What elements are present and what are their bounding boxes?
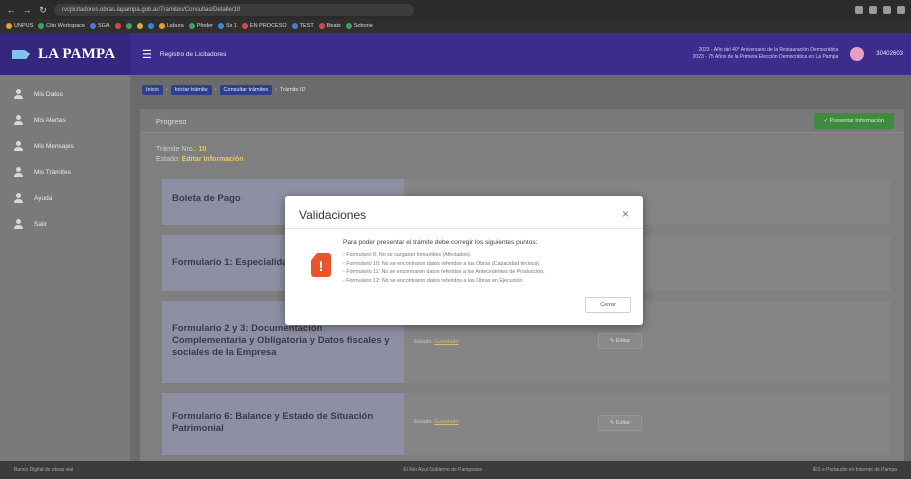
bookmark-icon [217, 23, 224, 29]
bookmark-icon [125, 23, 132, 29]
bookmark-icon [136, 23, 143, 29]
sidebar-item-salir[interactable]: Salir [0, 211, 130, 237]
present-information-button[interactable]: ✓ Presentar Información [813, 113, 894, 129]
header-right: 2023 - Año del 40° Aniversario de la Res… [693, 47, 911, 61]
bookmark-item[interactable]: Cito Workspace [38, 23, 85, 29]
breadcrumb-iniciar-tramite[interactable]: Iniciar trámite [170, 85, 212, 95]
footer: Banco Digital de obras vial El Río Azul … [0, 461, 911, 479]
sidebar-item-mis-alertas[interactable]: Mis Alertas [0, 107, 130, 133]
bookmark-item[interactable]: UNPUS [6, 23, 33, 29]
validation-list: - Formulario 8: No se cargaron Inmuebles… [343, 251, 545, 285]
browser-toolbar: ← → ↻ rvcjlicitadores.obras.lapampa.gob.… [0, 0, 911, 19]
tramite-info: Trámite Nro.: 10 Estado: Editar Informac… [156, 146, 244, 163]
extension-icon[interactable] [855, 5, 863, 14]
bookmark-icon [38, 23, 45, 29]
form-label: Formulario 6: Balance y Estado de Situac… [162, 393, 404, 455]
breadcrumb: Inicio › Iniciar trámite › Consultar trá… [142, 85, 306, 95]
breadcrumb-separator: › [275, 87, 278, 93]
divider [285, 228, 643, 229]
user-icon [14, 193, 24, 203]
app-title: Registro de Licitadores [159, 50, 227, 58]
modal-title: Validaciones [299, 208, 367, 222]
close-button[interactable]: Cerrar [585, 297, 631, 313]
address-bar[interactable]: rvcjlicitadores.obras.lapampa.gob.ar/Tra… [54, 3, 414, 16]
bookmark-item[interactable]: Pfeder [188, 23, 213, 29]
menu-icon[interactable]: ☰ [142, 48, 152, 61]
breadcrumb-consultar-tramites[interactable]: Consultar trámites [219, 85, 273, 95]
la-pampa-logo-icon [12, 47, 32, 61]
bookmark-icon [89, 23, 96, 29]
brand-name: LA PAMPA [38, 45, 116, 62]
forward-icon[interactable]: → [22, 5, 32, 15]
bookmark-item[interactable] [114, 23, 121, 29]
header-notes: 2023 - Año del 40° Aniversario de la Res… [692, 47, 839, 60]
form-status: Estado: Guardado [414, 339, 459, 345]
sidebar-item-mis-tramites[interactable]: Mis Trámites [0, 159, 130, 185]
bookmark-item[interactable]: Ss 1 [217, 23, 237, 29]
bookmark-icon [147, 23, 154, 29]
list-item: - Formulario 11: No se encontraron datos… [343, 269, 545, 275]
back-icon[interactable]: ← [6, 5, 16, 15]
sidebar-item-ayuda[interactable]: Ayuda [0, 185, 130, 211]
breadcrumb-separator: › [214, 87, 217, 93]
tramite-number: 10 [198, 146, 207, 153]
footer-left: Banco Digital de obras vial [14, 467, 74, 473]
edit-button[interactable]: ✎ Editar [598, 333, 642, 349]
profile-icon[interactable] [897, 5, 905, 14]
reload-icon[interactable]: ↻ [38, 5, 48, 15]
sidebar: Mis Datos Mis Alertas Mis Mensajes Mis T… [0, 75, 130, 461]
bookmark-item[interactable]: Labura [158, 23, 184, 29]
brand-logo[interactable]: LA PAMPA [0, 33, 130, 75]
extension-icon[interactable] [883, 5, 891, 14]
avatar[interactable] [850, 47, 865, 61]
tramite-status: Editar Información [181, 156, 244, 163]
list-item: - Formulario 8: No se cargaron Inmuebles… [343, 252, 472, 258]
sidebar-item-mis-datos[interactable]: Mis Datos [0, 81, 130, 107]
bookmark-icon [114, 23, 121, 29]
status-badge: Guardado [434, 339, 459, 345]
card-title: Progreso [156, 117, 187, 126]
bookmark-item[interactable]: Soborie [345, 23, 373, 29]
bookmark-item[interactable]: TEST [291, 23, 314, 29]
bookmarks-bar: UNPUS Cito Workspace SGA Labura Pfeder S… [0, 19, 911, 33]
bookmark-item[interactable]: Beats [318, 23, 341, 29]
user-icon [14, 115, 24, 125]
list-item: - Formulario 12: No se encontraron datos… [343, 277, 524, 284]
bookmark-icon [158, 23, 165, 29]
bookmark-icon [241, 23, 248, 29]
user-icon [14, 89, 24, 99]
bookmark-icon [6, 23, 12, 29]
card-header: Progreso ✓ Presentar Información [140, 109, 904, 133]
bookmark-icon [291, 23, 298, 29]
status-badge: Guardado [434, 419, 459, 425]
bookmark-icon [188, 23, 195, 29]
breadcrumb-current: Trámite ID [280, 87, 306, 93]
breadcrumb-separator: › [165, 87, 168, 93]
list-item: - Formulario 10: No se encontraron datos… [343, 260, 541, 267]
edit-button[interactable]: ✎ Editar [598, 415, 642, 431]
form-row-formulario-6: Formulario 6: Balance y Estado de Situac… [162, 393, 890, 455]
user-id[interactable]: 30402603 [876, 51, 903, 57]
extension-icon[interactable] [869, 5, 877, 14]
footer-right: IES e Portaudio en Internet de Pampa [812, 467, 898, 473]
bookmark-icon [345, 23, 352, 29]
close-icon[interactable]: × [622, 207, 629, 221]
warning-icon: ! [311, 253, 331, 277]
user-icon [14, 167, 24, 177]
bookmark-item[interactable] [147, 23, 154, 29]
bookmark-item[interactable]: EN PROCESO [241, 23, 287, 29]
bookmark-item[interactable]: SGA [89, 23, 110, 29]
bookmark-item[interactable] [136, 23, 143, 29]
bookmark-item[interactable] [125, 23, 132, 29]
bookmark-icon [318, 23, 325, 29]
breadcrumb-inicio[interactable]: Inicio [142, 85, 163, 95]
user-icon [14, 219, 24, 229]
form-status: Estado: Guardado [414, 419, 459, 425]
validation-modal: Validaciones × ! Para poder presentar el… [285, 196, 643, 325]
user-icon [14, 141, 24, 151]
sidebar-item-mis-mensajes[interactable]: Mis Mensajes [0, 133, 130, 159]
modal-intro: Para poder presentar el trámite debe cor… [343, 239, 538, 246]
footer-center: El Río Azul Gobierno de Pampeano [403, 467, 483, 473]
app-header: LA PAMPA ☰ Registro de Licitadores 2023 … [0, 33, 911, 75]
